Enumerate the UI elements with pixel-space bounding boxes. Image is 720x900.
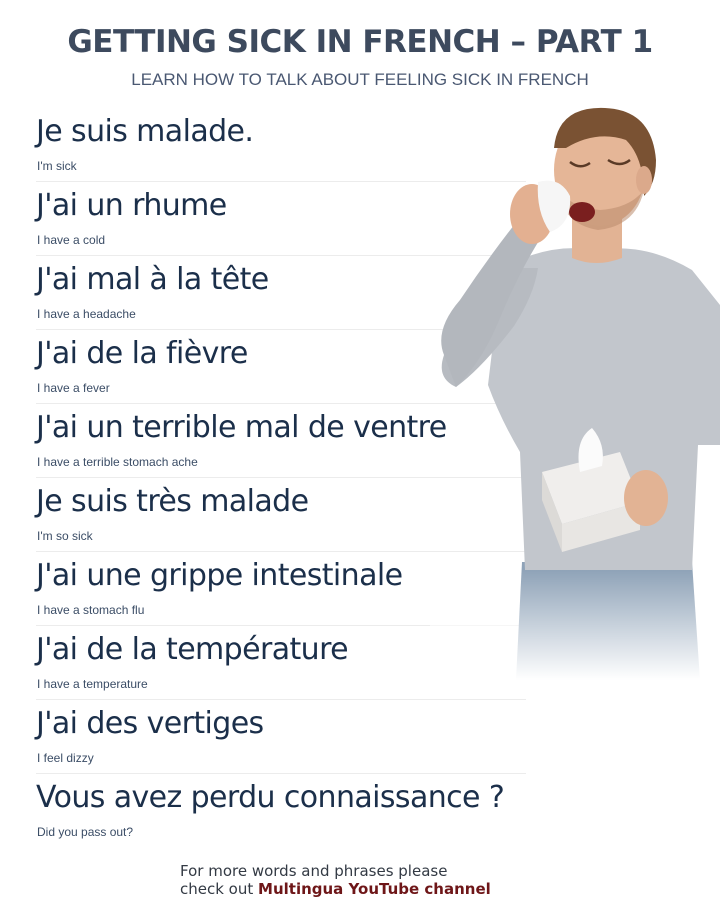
french-phrase: J'ai un rhume bbox=[36, 188, 227, 223]
youtube-channel-link[interactable]: Multingua YouTube channel bbox=[258, 880, 491, 898]
french-phrase: J'ai de la température bbox=[36, 632, 349, 667]
french-phrase: Je suis malade. bbox=[36, 114, 254, 149]
english-translation: I have a terrible stomach ache bbox=[37, 455, 198, 469]
french-phrase: J'ai des vertiges bbox=[36, 706, 264, 741]
phrase-row: J'ai des vertiges I feel dizzy bbox=[36, 700, 526, 774]
footer-line-2: check out Multingua YouTube channel bbox=[180, 880, 580, 898]
french-phrase: J'ai un terrible mal de ventre bbox=[36, 410, 447, 445]
english-translation: I have a fever bbox=[37, 381, 110, 395]
french-phrase: J'ai une grippe intestinale bbox=[36, 558, 403, 593]
french-phrase: J'ai mal à la tête bbox=[36, 262, 269, 297]
english-translation: I have a temperature bbox=[37, 677, 148, 691]
english-translation: I'm so sick bbox=[37, 529, 93, 543]
page-subtitle: LEARN HOW TO TALK ABOUT FEELING SICK IN … bbox=[131, 70, 589, 89]
english-translation: I have a stomach flu bbox=[37, 603, 145, 617]
french-phrase: Vous avez perdu connaissance ? bbox=[36, 780, 505, 815]
english-translation: I have a cold bbox=[37, 233, 106, 247]
english-translation: I feel dizzy bbox=[37, 751, 94, 765]
english-translation: Did you pass out? bbox=[37, 825, 134, 839]
french-phrase: J'ai de la fièvre bbox=[36, 336, 248, 371]
sneezing-man-illustration bbox=[430, 107, 720, 680]
english-translation: I'm sick bbox=[37, 159, 77, 173]
page-title: GETTING SICK IN FRENCH – PART 1 bbox=[67, 24, 653, 60]
footer-line-1: For more words and phrases please bbox=[180, 862, 448, 880]
english-translation: I have a headache bbox=[37, 307, 136, 321]
phrase-row: Vous avez perdu connaissance ? Did you p… bbox=[36, 774, 526, 847]
footer-prefix: check out bbox=[180, 880, 259, 898]
footer-note: For more words and phrases please check … bbox=[180, 862, 580, 898]
french-phrase: Je suis très malade bbox=[36, 484, 309, 519]
